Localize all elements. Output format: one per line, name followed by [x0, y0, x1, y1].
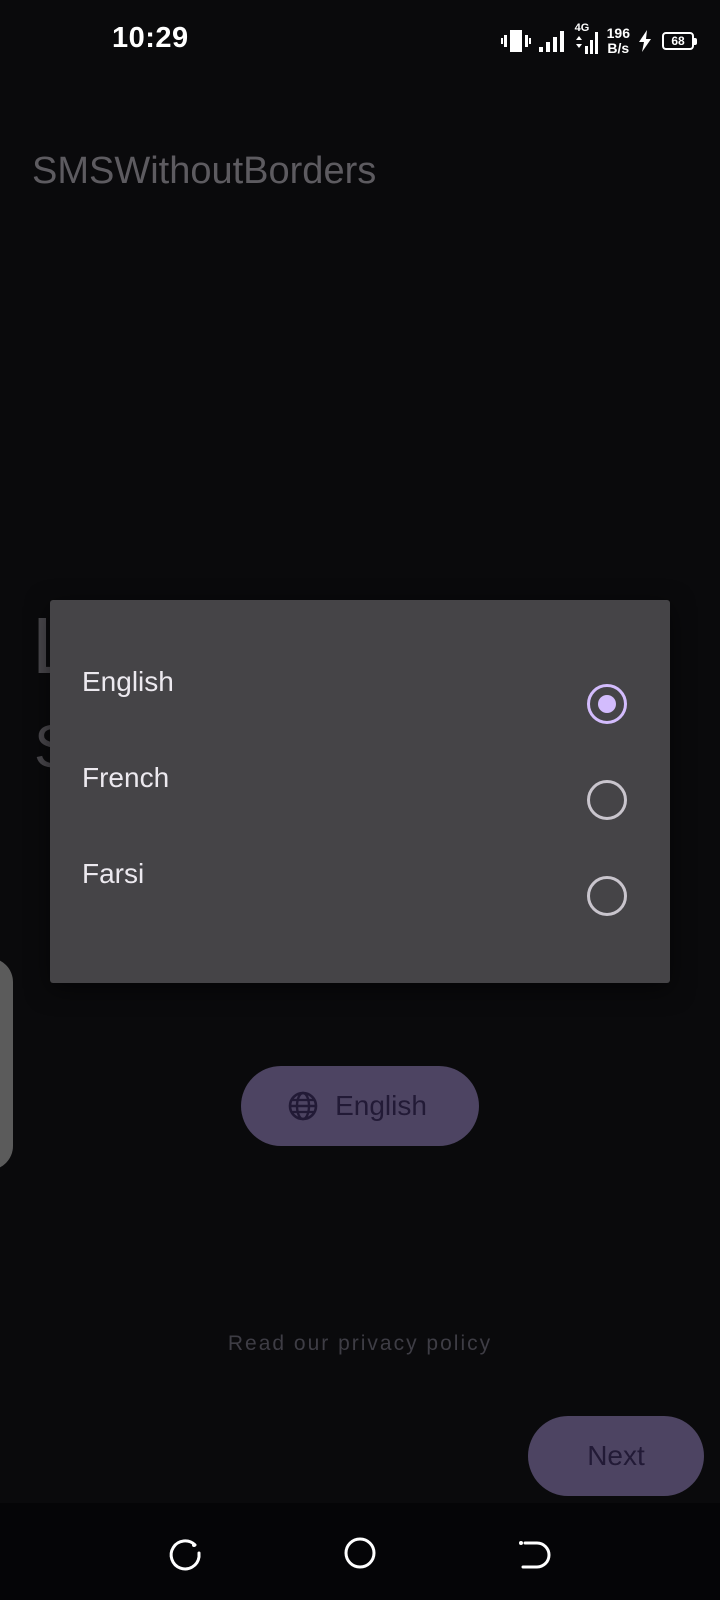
language-option-french[interactable]: French	[50, 732, 670, 828]
battery-icon: 68	[662, 32, 697, 50]
language-dialog: English French Farsi	[50, 600, 670, 983]
language-option-farsi[interactable]: Farsi	[50, 828, 670, 924]
home-icon[interactable]	[340, 1533, 380, 1573]
radio-dot	[598, 695, 616, 713]
language-button-label: English	[335, 1090, 427, 1121]
back-icon[interactable]	[515, 1533, 555, 1573]
charging-icon	[639, 30, 651, 52]
signal-4g-icon: 4G	[573, 22, 599, 56]
language-button[interactable]: English	[241, 1066, 479, 1146]
speed-unit: B/s	[607, 40, 630, 56]
radio-selected[interactable]	[587, 684, 627, 724]
network-speed: 196 B/s	[607, 26, 630, 56]
option-label: French	[82, 762, 170, 793]
globe-icon	[288, 1091, 318, 1121]
recents-icon[interactable]	[165, 1533, 205, 1573]
signal-icon	[538, 31, 564, 52]
status-bar: 10:29 4G 196 B/s 68	[0, 0, 720, 84]
status-time: 10:29	[112, 22, 189, 54]
app-title: SMSWithoutBorders	[32, 150, 377, 192]
radio-unselected[interactable]	[587, 876, 627, 916]
next-button-label: Next	[587, 1440, 645, 1471]
battery-level: 68	[671, 34, 685, 48]
radio-unselected[interactable]	[587, 780, 627, 820]
language-option-english[interactable]: English	[50, 636, 670, 732]
privacy-policy-link[interactable]: Read our privacy policy	[0, 1332, 720, 1356]
navigation-bar	[0, 1503, 720, 1600]
option-label: English	[82, 666, 174, 697]
status-icons: 4G 196 B/s 68	[500, 22, 697, 58]
speed-value: 196	[606, 25, 630, 41]
vibrate-icon	[500, 30, 531, 52]
side-panel-handle[interactable]	[0, 958, 13, 1170]
option-label: Farsi	[82, 858, 145, 889]
next-button[interactable]: Next	[528, 1416, 704, 1496]
